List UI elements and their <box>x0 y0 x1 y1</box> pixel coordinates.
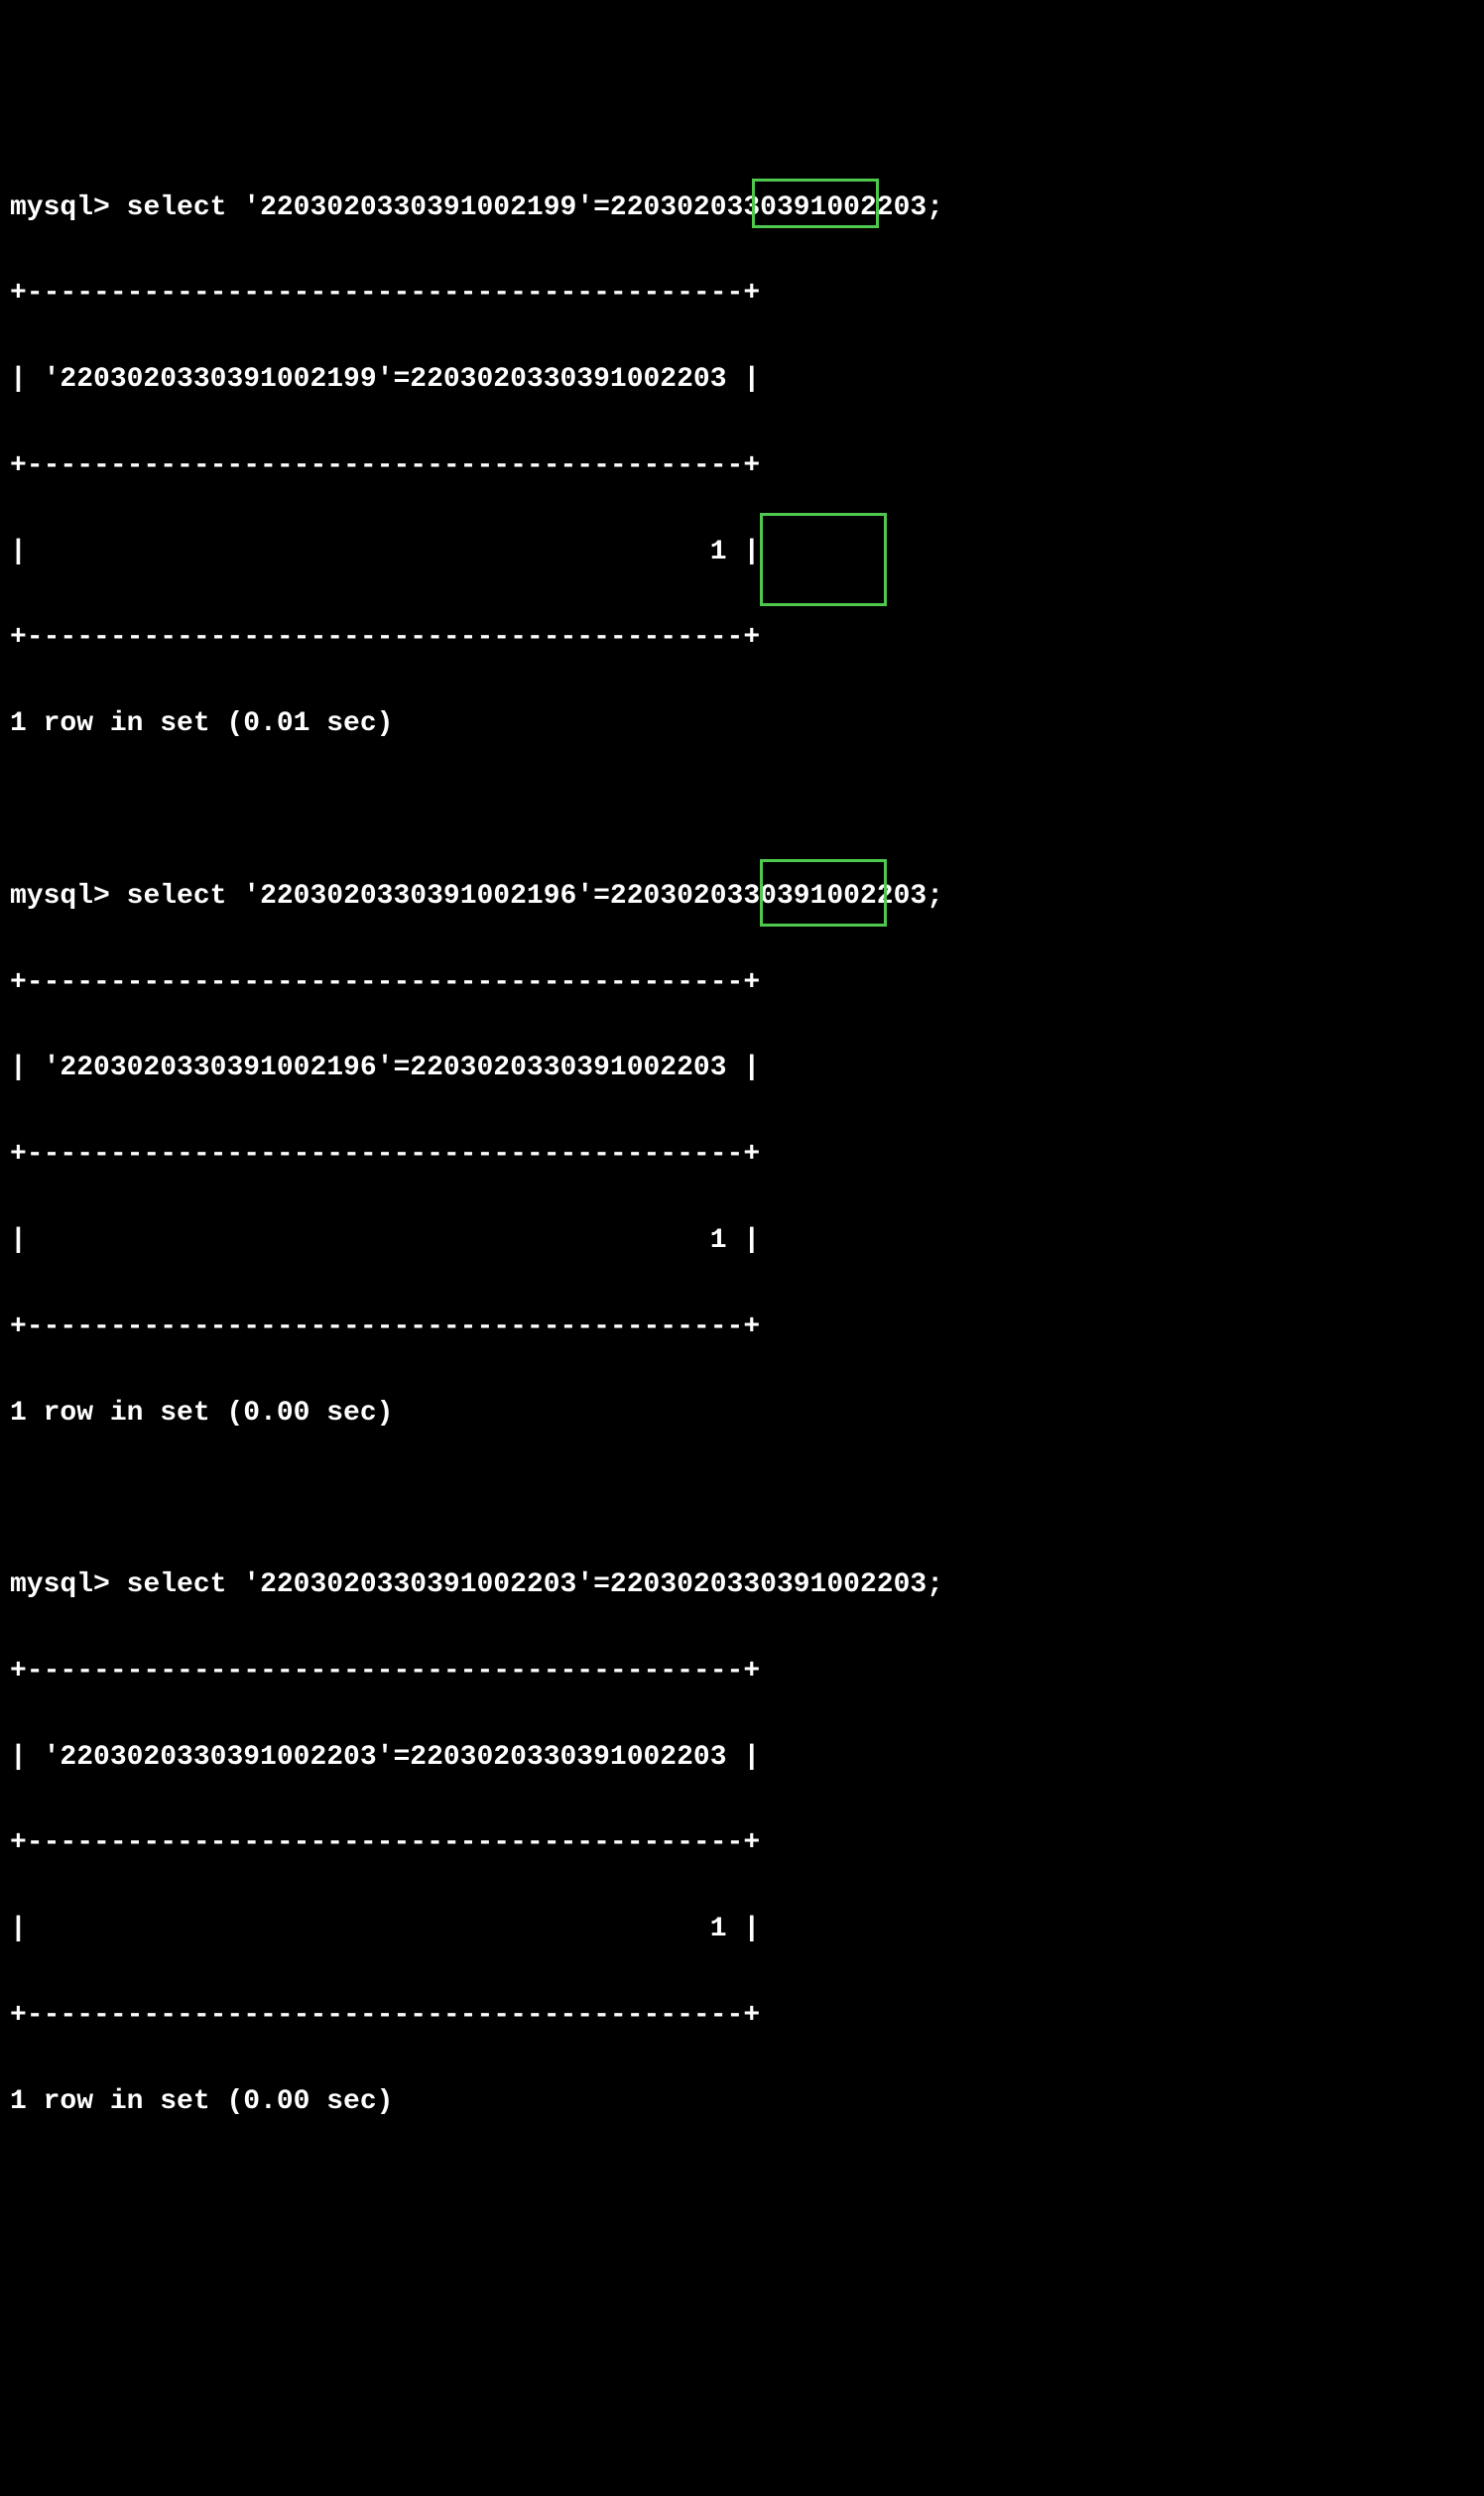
table-border: +---------------------------------------… <box>10 1133 1474 1176</box>
table-row: | 1 | <box>10 1908 1474 1950</box>
table-border: +---------------------------------------… <box>10 1821 1474 1864</box>
table-border: +---------------------------------------… <box>10 1306 1474 1348</box>
table-row: | 1 | <box>10 531 1474 573</box>
blank-line <box>10 1477 1474 1520</box>
table-border: +---------------------------------------… <box>10 616 1474 659</box>
mysql-prompt: mysql> <box>10 881 110 912</box>
table-header: | '2203020330391002196'=2203020330391002… <box>10 1047 1474 1089</box>
mysql-prompt: mysql> <box>10 1569 110 1600</box>
result-footer: 1 row in set (0.01 sec) <box>10 702 1474 745</box>
result-footer: 1 row in set (0.00 sec) <box>10 2080 1474 2123</box>
terminal-line-prompt: mysql> select '2203020330391002196'=2203… <box>10 875 1474 918</box>
blank-line <box>10 789 1474 831</box>
result-value: 1 <box>710 1225 727 1256</box>
result-footer: 1 row in set (0.00 sec) <box>10 1392 1474 1435</box>
table-border: +---------------------------------------… <box>10 961 1474 1004</box>
terminal-line-prompt: mysql> select '2203020330391002199'=2203… <box>10 187 1474 229</box>
table-border: +---------------------------------------… <box>10 272 1474 314</box>
table-border: +---------------------------------------… <box>10 444 1474 487</box>
query-text: select '2203020330391002196'=22030203303… <box>127 881 943 912</box>
table-header: | '2203020330391002203'=2203020330391002… <box>10 1736 1474 1779</box>
column-header: '2203020330391002196'=220302033039100220… <box>44 1053 727 1083</box>
table-border: +---------------------------------------… <box>10 1994 1474 2037</box>
column-header: '2203020330391002199'=220302033039100220… <box>44 364 727 395</box>
terminal-line-prompt: mysql> select '2203020330391002203'=2203… <box>10 1563 1474 1606</box>
query-text: select '2203020330391002199'=22030203303… <box>127 192 943 223</box>
mysql-prompt: mysql> <box>10 192 110 223</box>
table-border: +---------------------------------------… <box>10 1650 1474 1692</box>
table-header: | '2203020330391002199'=2203020330391002… <box>10 358 1474 401</box>
column-header: '2203020330391002203'=220302033039100220… <box>44 1742 727 1773</box>
table-row: | 1 | <box>10 1219 1474 1262</box>
result-value: 1 <box>710 537 727 567</box>
query-text: select '2203020330391002203'=22030203303… <box>127 1569 943 1600</box>
result-value: 1 <box>710 1914 727 1944</box>
